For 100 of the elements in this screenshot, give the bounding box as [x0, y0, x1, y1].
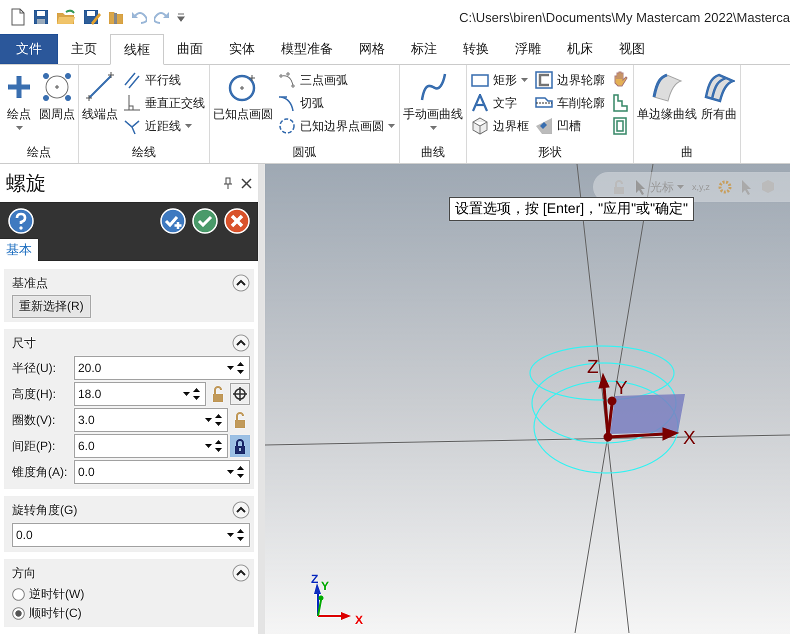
locked-icon [233, 438, 247, 454]
group-label: 曲 [680, 144, 694, 161]
lock-button[interactable] [230, 435, 250, 457]
group-label: 圆弧 [292, 144, 318, 161]
unlocked-icon [233, 412, 247, 428]
cube-icon [471, 117, 489, 135]
panel-tab[interactable]: 基本 [0, 239, 38, 261]
ribbon-button[interactable]: 边界框 [469, 115, 531, 137]
apply-icon[interactable] [160, 208, 186, 234]
spinner-icon[interactable] [227, 465, 247, 479]
ribbon-tab[interactable]: 线框 [110, 34, 164, 65]
radio-option[interactable]: 顺时针(C) [8, 604, 250, 623]
ribbon-button[interactable]: 车削轮廓 [533, 92, 607, 114]
group-label: 形状 [537, 144, 563, 161]
group-label: 绘点 [26, 144, 52, 161]
section-title: 基准点 [12, 274, 48, 292]
crosshair-icon [233, 387, 247, 401]
spinner-icon[interactable] [227, 528, 247, 542]
group-label: 曲线 [420, 144, 446, 161]
redo-icon [154, 9, 170, 25]
line-endpoints-icon [84, 71, 116, 103]
customize-caret-icon [177, 12, 185, 22]
ribbon-button[interactable]: 单边缘曲线 [636, 69, 698, 143]
close-icon[interactable] [241, 178, 252, 188]
ribbon-button[interactable]: 线端点 [81, 69, 119, 143]
ribbon-tab[interactable]: 文件 [0, 34, 58, 64]
ribbon-button[interactable]: 切弧 [276, 92, 397, 114]
caret-icon [16, 126, 22, 130]
cursor-icon [740, 179, 752, 195]
ribbon-button[interactable]: 文字 [469, 92, 531, 114]
window-title: C:\Users\biren\Documents\My Mastercam 2022\Masterca [459, 10, 790, 24]
spinner-icon[interactable] [205, 439, 225, 453]
caret-icon [185, 124, 192, 128]
axis-label: X [683, 428, 696, 449]
ribbon-button[interactable]: 三点画弧 [276, 69, 397, 91]
ribbon-button[interactable]: 绘点 [2, 69, 36, 143]
reselect-button[interactable]: 重新选择(R) [12, 295, 91, 318]
mini-axis-icon [314, 583, 351, 620]
ribbon-button[interactable]: 已知点画圆 [212, 69, 274, 143]
ribbon-button[interactable]: 圆周点 [38, 69, 76, 143]
caret-icon [677, 185, 684, 189]
circle-points-icon [41, 71, 73, 103]
frame-icon [611, 117, 629, 135]
save-icon [33, 9, 49, 25]
section-title: 旋转角度(G) [12, 502, 78, 518]
ok-icon[interactable] [192, 208, 218, 234]
number-field[interactable]: 3.0 [74, 408, 228, 432]
letter-a-icon [471, 94, 489, 112]
axis-label: Z [311, 572, 318, 586]
panel-title: 螺旋 [6, 172, 46, 196]
tooltip: 设置选项，按 [Enter]，"应用"或"确定" [449, 197, 694, 221]
cancel-icon[interactable] [224, 208, 250, 234]
number-field[interactable]: 18.0 [74, 382, 206, 406]
ribbon-button[interactable]: 手动画曲线 [402, 69, 464, 143]
parallel-lines-icon [123, 71, 141, 89]
field-label: 间距(P): [12, 438, 56, 454]
field-label: 锥度角(A): [12, 464, 68, 480]
field-label: 高度(H): [12, 386, 57, 402]
number-field[interactable]: 20.0 [74, 356, 250, 380]
group-label: 绘线 [131, 144, 157, 161]
number-field[interactable]: 0.0 [12, 523, 250, 547]
tangent-arc-icon [278, 94, 296, 112]
ribbon-button[interactable]: 边界轮廓 [533, 69, 607, 91]
ribbon-button[interactable]: 垂直正交线 [121, 92, 207, 114]
collapse-icon[interactable] [232, 334, 250, 352]
ribbon-button[interactable]: 矩形 [469, 69, 531, 91]
ribbon-button[interactable]: 所有曲 [700, 69, 738, 143]
number-field[interactable]: 0.0 [74, 460, 250, 484]
bracket-profile-icon [535, 71, 553, 89]
caret-icon [430, 126, 436, 130]
collapse-icon[interactable] [232, 501, 250, 519]
groove-icon [535, 117, 553, 135]
folder-icon [108, 9, 124, 25]
new-file-icon [10, 8, 26, 26]
three-point-arc-icon [278, 71, 296, 89]
cursor-icon [633, 179, 647, 195]
caret-icon [388, 124, 395, 128]
ribbon-button[interactable]: 凹槽 [533, 115, 607, 137]
axis-label: Y [615, 378, 628, 399]
radio-option[interactable]: 逆时针(W) [8, 585, 250, 604]
perpendicular-line-icon [123, 94, 141, 112]
number-field[interactable]: 6.0 [74, 434, 228, 458]
ribbon-button[interactable]: 平行线 [121, 69, 207, 91]
spinner-icon[interactable] [227, 361, 247, 375]
spinner-icon[interactable] [183, 387, 203, 401]
collapse-icon[interactable] [232, 564, 250, 582]
collapse-icon[interactable] [232, 274, 250, 292]
spinner-icon[interactable] [205, 413, 225, 427]
axis-label: Y [321, 579, 330, 593]
unlocked-icon [211, 386, 225, 402]
select-point-button[interactable] [230, 383, 250, 405]
field-label: 半径(U): [12, 360, 57, 376]
save-edit-icon [83, 9, 101, 25]
ribbon-button[interactable]: 近距线 [121, 115, 207, 137]
ribbon-button[interactable]: 已知边界点画圆 [276, 115, 397, 137]
help-icon[interactable] [8, 208, 34, 234]
field-label: 圈数(V): [12, 412, 56, 428]
pin-icon[interactable] [223, 177, 233, 189]
gear-icon [718, 180, 732, 194]
section-title: 尺寸 [12, 334, 36, 352]
